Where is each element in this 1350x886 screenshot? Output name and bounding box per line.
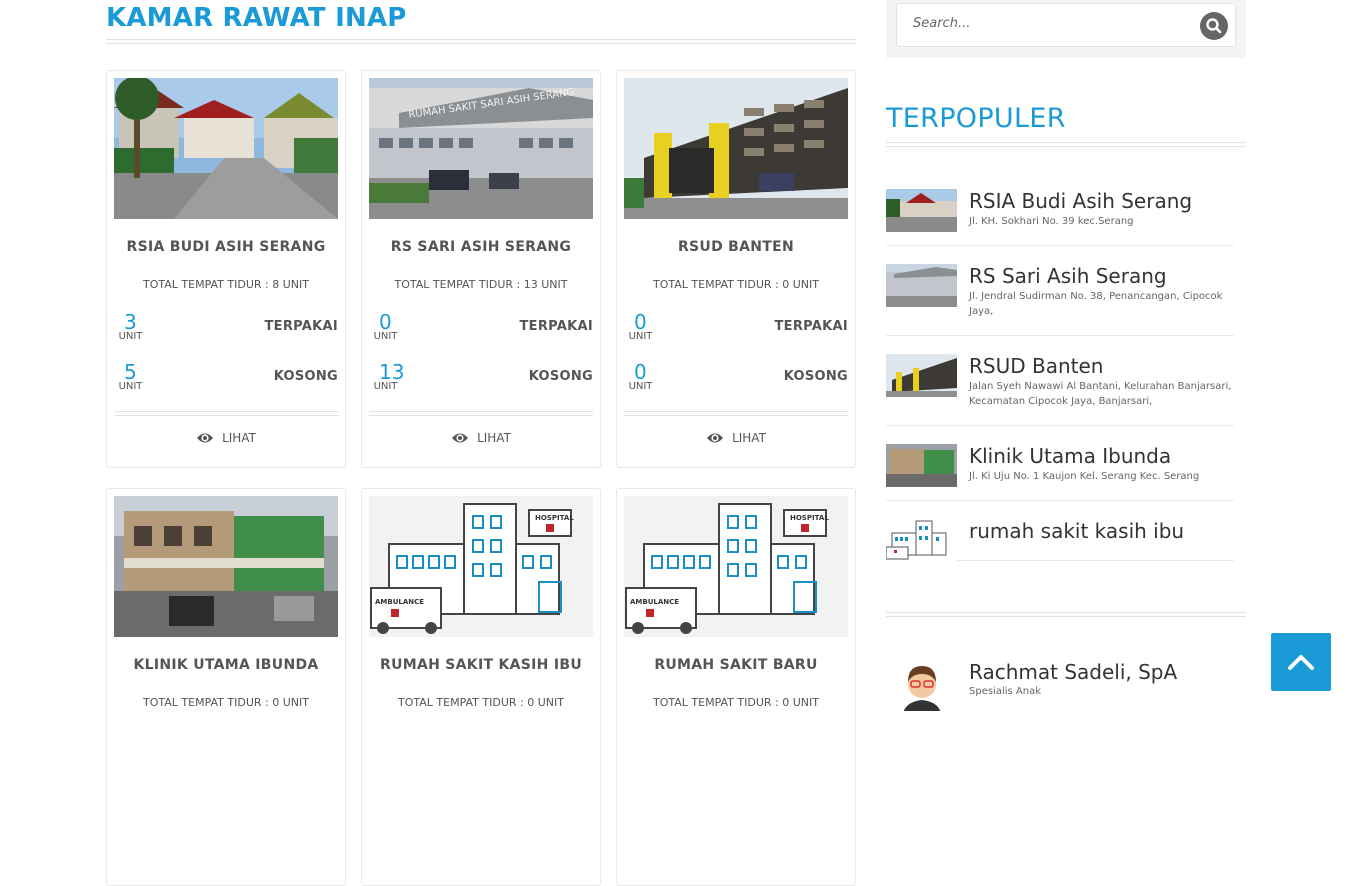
- svg-text:AMBULANCE: AMBULANCE: [375, 598, 424, 606]
- popular-thumbnail: [886, 519, 957, 562]
- card-divider: [624, 411, 848, 416]
- total-beds: TOTAL TEMPAT TIDUR : 0 UNIT: [653, 278, 819, 291]
- total-beds: TOTAL TEMPAT TIDUR : 0 UNIT: [653, 696, 819, 709]
- hospital-name: RUMAH SAKIT KASIH IBU: [379, 657, 583, 673]
- beds-empty: 0 UNIT KOSONG: [627, 360, 848, 401]
- hospital-illustration[interactable]: HOSPITAL AMBULANCE: [624, 496, 848, 637]
- hospital-name: KLINIK UTAMA IBUNDA: [133, 657, 319, 673]
- unit-label: UNIT: [118, 381, 143, 392]
- search-button[interactable]: [1200, 12, 1228, 40]
- svg-text:HOSPITAL: HOSPITAL: [535, 514, 574, 522]
- popular-title: TERPOPULER: [886, 103, 1066, 134]
- total-beds: TOTAL TEMPAT TIDUR : 8 UNIT: [143, 278, 309, 291]
- card-divider: [369, 411, 593, 416]
- empty-label: KOSONG: [273, 369, 338, 384]
- popular-address: Jalan Syeh Nawawi Al Bantani, Kelurahan …: [969, 381, 1232, 407]
- page-title: KAMAR RAWAT INAP: [106, 3, 407, 33]
- unit-label: UNIT: [628, 331, 653, 342]
- back-to-top-button[interactable]: [1271, 633, 1331, 691]
- eye-icon: [452, 433, 469, 443]
- beds-empty: 5 UNIT KOSONG: [117, 360, 338, 401]
- popular-item[interactable]: RSIA Budi Asih Serang Jl. KH. Sokhari No…: [886, 189, 1234, 246]
- popular-name: RS Sari Asih Serang: [969, 264, 1167, 288]
- section-divider: [886, 612, 1246, 617]
- popular-address: Jl. KH. Sokhari No. 39 kec.Serang: [969, 216, 1134, 227]
- popular-item[interactable]: RS Sari Asih Serang Jl. Jendral Sudirman…: [886, 264, 1234, 336]
- hospital-photo[interactable]: [114, 78, 338, 219]
- popular-thumbnail: [886, 189, 957, 232]
- search-box: [896, 3, 1236, 47]
- popular-name: RSIA Budi Asih Serang: [969, 189, 1193, 213]
- view-button[interactable]: LIHAT: [107, 431, 345, 445]
- popular-address: Jl. Jendral Sudirman No. 38, Penancangan…: [969, 291, 1223, 317]
- beds-used: 3 UNIT TERPAKAI: [117, 310, 338, 351]
- search-widget: [886, 0, 1246, 58]
- search-icon: [1206, 18, 1222, 34]
- eye-icon: [707, 433, 724, 443]
- used-label: TERPAKAI: [264, 319, 338, 334]
- popular-name: rumah sakit kasih ibu: [969, 519, 1185, 543]
- unit-label: UNIT: [118, 331, 143, 342]
- popular-divider: [886, 142, 1246, 147]
- hospital-name: RSIA BUDI ASIH SERANG: [126, 239, 326, 255]
- hospital-card: HOSPITAL AMBULANCE RUMAH: [361, 488, 601, 886]
- main-content: KAMAR RAWAT INAP RSIA BUDI ASIH SERANG T…: [106, 0, 856, 886]
- chevron-up-icon: [1288, 655, 1314, 670]
- used-count: 3: [124, 310, 137, 334]
- hospital-card: RSIA BUDI ASIH SERANG TOTAL TEMPAT TIDUR…: [106, 70, 346, 468]
- empty-label: KOSONG: [528, 369, 593, 384]
- hospital-name: RSUD BANTEN: [677, 239, 795, 255]
- empty-count: 13: [379, 360, 405, 384]
- svg-text:AMBULANCE: AMBULANCE: [630, 598, 679, 606]
- popular-thumbnail: [886, 444, 957, 487]
- empty-label: KOSONG: [783, 369, 848, 384]
- popular-thumbnail: [886, 264, 957, 307]
- doctor-specialty: Spesialis Anak: [969, 686, 1042, 697]
- hospital-card: RSUD BANTEN TOTAL TEMPAT TIDUR : 0 UNIT …: [616, 70, 856, 468]
- hospital-illustration[interactable]: HOSPITAL AMBULANCE: [369, 496, 593, 637]
- beds-empty: 13 UNIT KOSONG: [372, 360, 593, 401]
- view-button[interactable]: LIHAT: [617, 431, 855, 445]
- clinic-photo[interactable]: [114, 496, 338, 637]
- popular-name: Klinik Utama Ibunda: [969, 444, 1172, 468]
- hospital-name: RS SARI ASIH SERANG: [390, 239, 572, 255]
- used-count: 0: [379, 310, 392, 334]
- doctor-avatar: [892, 660, 952, 711]
- popular-item[interactable]: rumah sakit kasih ibu: [886, 519, 1234, 562]
- used-label: TERPAKAI: [519, 319, 593, 334]
- empty-count: 5: [124, 360, 137, 384]
- unit-label: UNIT: [373, 331, 398, 342]
- total-beds: TOTAL TEMPAT TIDUR : 0 UNIT: [143, 696, 309, 709]
- popular-item[interactable]: RSUD Banten Jalan Syeh Nawawi Al Bantani…: [886, 354, 1234, 426]
- unit-label: UNIT: [373, 381, 398, 392]
- card-divider: [114, 411, 338, 416]
- used-count: 0: [634, 310, 647, 334]
- title-divider: [106, 39, 856, 44]
- hospital-card: RUMAH SAKIT SARI ASIH SERANG RS SARI ASI…: [361, 70, 601, 468]
- hospital-card: HOSPITAL AMBULANCE RUMAH: [616, 488, 856, 886]
- view-button[interactable]: LIHAT: [362, 431, 600, 445]
- hospital-card: KLINIK UTAMA IBUNDA TOTAL TEMPAT TIDUR :…: [106, 488, 346, 886]
- total-beds: TOTAL TEMPAT TIDUR : 0 UNIT: [398, 696, 564, 709]
- popular-item[interactable]: Klinik Utama Ibunda Jl. Ki Uju No. 1 Kau…: [886, 444, 1234, 501]
- view-label: LIHAT: [732, 431, 766, 445]
- search-input[interactable]: [911, 15, 1175, 32]
- hospital-photo[interactable]: RUMAH SAKIT SARI ASIH SERANG: [369, 78, 593, 219]
- used-label: TERPAKAI: [774, 319, 848, 334]
- svg-text:HOSPITAL: HOSPITAL: [790, 514, 829, 522]
- popular-thumbnail: [886, 354, 957, 397]
- popular-address: Jl. Ki Uju No. 1 Kaujon Kel. Serang Kec.…: [969, 471, 1200, 482]
- doctor-name: Rachmat Sadeli, SpA: [969, 660, 1178, 684]
- hospital-photo[interactable]: [624, 78, 848, 219]
- eye-icon: [197, 433, 214, 443]
- beds-used: 0 UNIT TERPAKAI: [372, 310, 593, 351]
- empty-count: 0: [634, 360, 647, 384]
- unit-label: UNIT: [628, 381, 653, 392]
- beds-used: 0 UNIT TERPAKAI: [627, 310, 848, 351]
- view-label: LIHAT: [222, 431, 256, 445]
- popular-name: RSUD Banten: [969, 354, 1104, 378]
- view-label: LIHAT: [477, 431, 511, 445]
- total-beds: TOTAL TEMPAT TIDUR : 13 UNIT: [394, 278, 568, 291]
- hospital-name: RUMAH SAKIT BARU: [654, 657, 818, 673]
